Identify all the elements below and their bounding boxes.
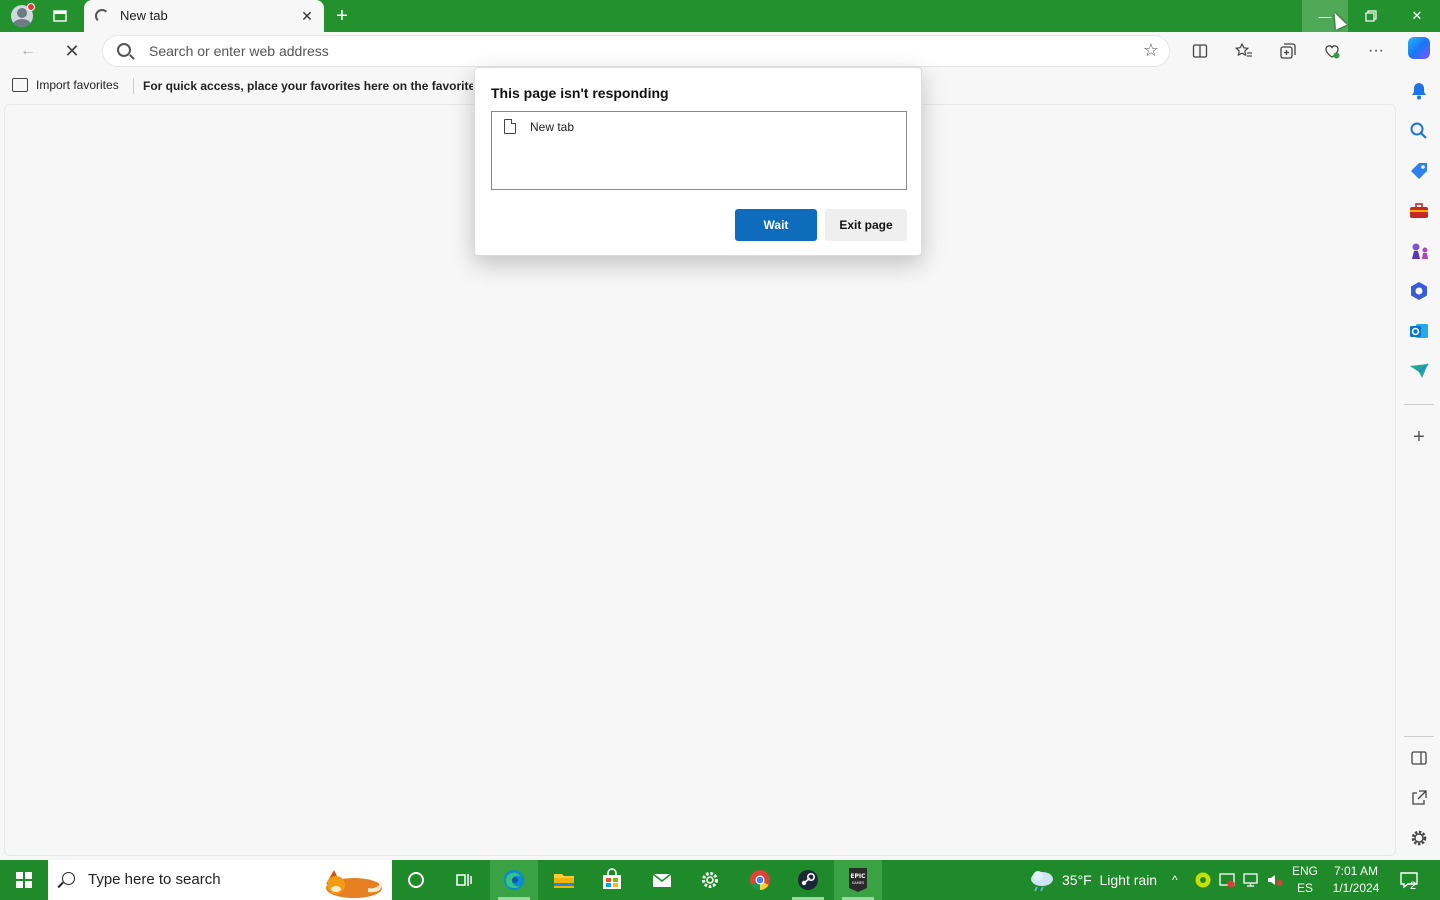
clock-time: 7:01 AM	[1333, 864, 1379, 878]
notification-center-button[interactable]: 2	[1398, 860, 1420, 900]
search-highlight-fox-image	[326, 870, 383, 898]
tab-new-tab[interactable]: New tab ✕	[84, 0, 324, 32]
favorites-bar-hint: For quick access, place your favorites h…	[143, 79, 473, 93]
collections-icon[interactable]	[1274, 37, 1302, 65]
profile-avatar-icon[interactable]	[10, 3, 35, 28]
stop-loading-button[interactable]: ✕	[58, 37, 86, 65]
back-button[interactable]: ←	[14, 37, 42, 65]
sidebar-settings-gear-icon[interactable]	[1408, 827, 1430, 849]
sidebar-divider	[1404, 404, 1434, 405]
svg-text:GAMES: GAMES	[852, 881, 865, 885]
windows-logo-icon	[16, 872, 32, 888]
import-icon	[12, 78, 28, 92]
tab-title: New tab	[120, 8, 168, 23]
show-hidden-icons-chevron-icon[interactable]: ^	[1172, 860, 1178, 900]
sidebar-divider-bottom	[1404, 736, 1434, 737]
list-item: New tab	[504, 119, 574, 134]
taskbar-search-input[interactable]	[88, 871, 308, 888]
search-icon	[117, 43, 131, 57]
volume-muted-icon[interactable]	[1266, 860, 1284, 900]
list-item-label: New tab	[530, 119, 575, 134]
clock-date: 1/1/2024	[1332, 881, 1380, 895]
title-bar: New tab ✕ + — ✕	[0, 0, 1440, 32]
browser-essentials-icon[interactable]	[1318, 37, 1346, 65]
import-favorites-button[interactable]: Import favorites	[12, 78, 119, 92]
import-favorites-label: Import favorites	[36, 78, 119, 92]
weather-text: 35°F Light rain	[1062, 872, 1158, 888]
page-unresponsive-dialog: This page isn't responding New tab Wait …	[474, 67, 922, 256]
microsoft-365-icon[interactable]	[1408, 280, 1430, 302]
tray-security-icon[interactable]	[1218, 860, 1236, 900]
edge-taskbar-icon[interactable]	[490, 860, 538, 900]
favorites-icon[interactable]	[1230, 37, 1258, 65]
chrome-icon[interactable]	[736, 860, 784, 900]
start-button[interactable]	[0, 860, 48, 900]
svg-text:EPIC: EPIC	[850, 873, 866, 880]
hide-sidebar-icon[interactable]	[1408, 747, 1430, 769]
search-icon	[62, 872, 75, 885]
open-external-icon[interactable]	[1408, 787, 1430, 809]
tools-briefcase-icon[interactable]	[1408, 200, 1430, 222]
more-options-icon[interactable]: ···	[1362, 37, 1390, 65]
language-indicator[interactable]: ENG ES	[1288, 863, 1322, 897]
dialog-title: This page isn't responding	[491, 85, 669, 101]
new-tab-button[interactable]: +	[330, 4, 354, 28]
notifications-bell-icon[interactable]	[1408, 80, 1430, 102]
maximize-button[interactable]	[1348, 0, 1394, 32]
tray-green-app-icon[interactable]	[1194, 860, 1212, 900]
task-view-icon[interactable]	[440, 860, 488, 900]
favorites-divider	[133, 78, 134, 94]
language-primary: ENG	[1291, 864, 1318, 878]
notification-count: 2	[1410, 880, 1417, 892]
loading-spinner-icon	[95, 9, 109, 23]
exit-page-button[interactable]: Exit page	[825, 209, 907, 241]
shopping-tag-icon[interactable]	[1408, 160, 1430, 182]
file-explorer-icon[interactable]	[540, 860, 588, 900]
right-sidebar: +	[1398, 32, 1440, 858]
language-secondary: ES	[1296, 881, 1313, 895]
weather-widget[interactable]: 35°F Light rain	[1028, 860, 1157, 900]
outlook-icon[interactable]	[1408, 320, 1430, 342]
system-clock[interactable]: 7:01 AM 1/1/2024	[1326, 863, 1386, 897]
steam-icon[interactable]	[784, 860, 832, 900]
epic-games-icon[interactable]: EPIC GAMES	[834, 860, 882, 900]
settings-gear-icon[interactable]	[686, 860, 734, 900]
address-input[interactable]	[149, 43, 1049, 59]
games-chess-icon[interactable]	[1408, 240, 1430, 262]
taskbar-search-box[interactable]	[48, 860, 392, 900]
windows-taskbar: EPICGAMES 35°F Light rain ^ ENG ES 7:01 …	[0, 860, 1440, 900]
close-tab-icon[interactable]: ✕	[298, 7, 316, 25]
wait-button[interactable]: Wait	[735, 209, 817, 241]
microsoft-store-icon[interactable]	[588, 860, 636, 900]
copilot-icon[interactable]	[1408, 37, 1430, 59]
address-toolbar: ← ✕ ☆ ···	[0, 32, 1398, 70]
notification-icon	[1400, 872, 1418, 889]
address-bar[interactable]: ☆	[102, 35, 1170, 67]
unresponsive-pages-list: New tab	[491, 111, 907, 190]
weather-rain-cloud-icon	[1031, 871, 1053, 892]
network-icon[interactable]	[1242, 860, 1260, 900]
close-window-button[interactable]: ✕	[1394, 0, 1440, 32]
drop-send-icon[interactable]	[1408, 360, 1430, 382]
search-sidebar-icon[interactable]	[1408, 120, 1430, 142]
cortana-icon[interactable]	[392, 860, 440, 900]
mail-icon[interactable]	[638, 860, 686, 900]
split-screen-icon[interactable]	[1186, 37, 1214, 65]
page-document-icon	[504, 119, 516, 134]
tab-actions-icon[interactable]	[48, 4, 72, 28]
add-favorite-star-icon[interactable]: ☆	[1143, 40, 1159, 61]
add-sidebar-app-icon[interactable]: +	[1408, 426, 1430, 448]
